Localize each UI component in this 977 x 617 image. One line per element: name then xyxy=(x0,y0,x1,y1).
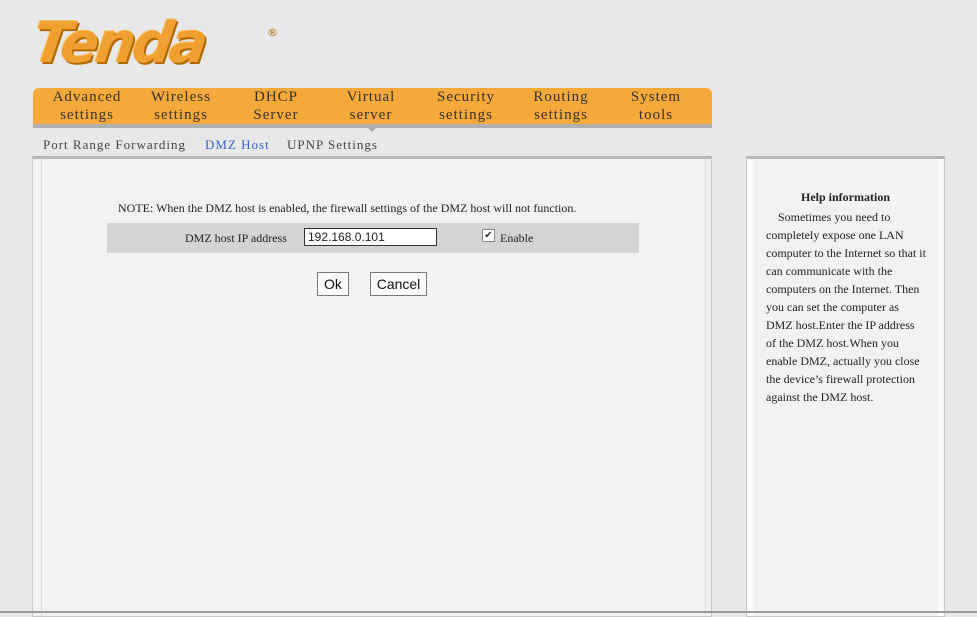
nav-label-line1: DHCP xyxy=(253,89,298,105)
nav-label-line2: settings xyxy=(154,107,208,123)
nav-label-line2: settings xyxy=(534,107,588,123)
nav-system-tools[interactable]: System tools xyxy=(613,88,699,124)
dmz-ip-label: DMZ host IP address xyxy=(185,231,287,245)
nav-label-line2: settings xyxy=(439,107,493,123)
nav-label-line1: Routing xyxy=(533,89,589,105)
active-nav-indicator xyxy=(364,124,380,132)
nav-label-line1: Virtual xyxy=(346,89,396,105)
subnav-upnp-settings[interactable]: UPNP Settings xyxy=(287,137,378,153)
ok-button[interactable]: Ok xyxy=(317,272,349,296)
enable-checkbox[interactable]: ✔ xyxy=(482,229,495,242)
nav-label-line1: System xyxy=(630,89,682,105)
nav-routing-settings[interactable]: Routing settings xyxy=(518,88,604,124)
subnav-dmz-host[interactable]: DMZ Host xyxy=(205,137,270,153)
nav-label-line1: Security xyxy=(437,89,495,105)
registered-mark: ® xyxy=(267,26,278,39)
dmz-settings-row: DMZ host IP address ✔ Enable xyxy=(107,223,639,253)
nav-label-line2: server xyxy=(349,107,393,123)
nav-advanced-settings[interactable]: Advanced settings xyxy=(43,88,131,124)
nav-label-line2: Server xyxy=(253,107,299,123)
dmz-ip-input[interactable] xyxy=(304,228,437,246)
nav-virtual-server[interactable]: Virtual server xyxy=(328,88,414,124)
tenda-logo: Tenda xyxy=(28,11,210,76)
subnav-port-range-forwarding[interactable]: Port Range Forwarding xyxy=(43,137,186,153)
cancel-button[interactable]: Cancel xyxy=(370,272,427,296)
dmz-note: NOTE: When the DMZ host is enabled, the … xyxy=(118,201,577,215)
nav-label-line1: Wireless xyxy=(151,89,211,105)
nav-label-line2: settings xyxy=(60,107,114,123)
nav-label-line1: Advanced xyxy=(52,89,122,105)
help-title: Help information xyxy=(801,190,890,204)
help-panel: Help information Sometimes you need to c… xyxy=(746,156,945,617)
help-body: Sometimes you need to completely expose … xyxy=(766,210,926,404)
main-nav: Advanced settings Wireless settings DHCP… xyxy=(33,88,712,128)
nav-security-settings[interactable]: Security settings xyxy=(423,88,509,124)
nav-wireless-settings[interactable]: Wireless settings xyxy=(138,88,224,124)
nav-dhcp-server[interactable]: DHCP Server xyxy=(233,88,319,124)
nav-label-line2: tools xyxy=(638,107,674,123)
enable-label: Enable xyxy=(500,231,534,245)
help-text: Sometimes you need to completely expose … xyxy=(766,208,926,406)
